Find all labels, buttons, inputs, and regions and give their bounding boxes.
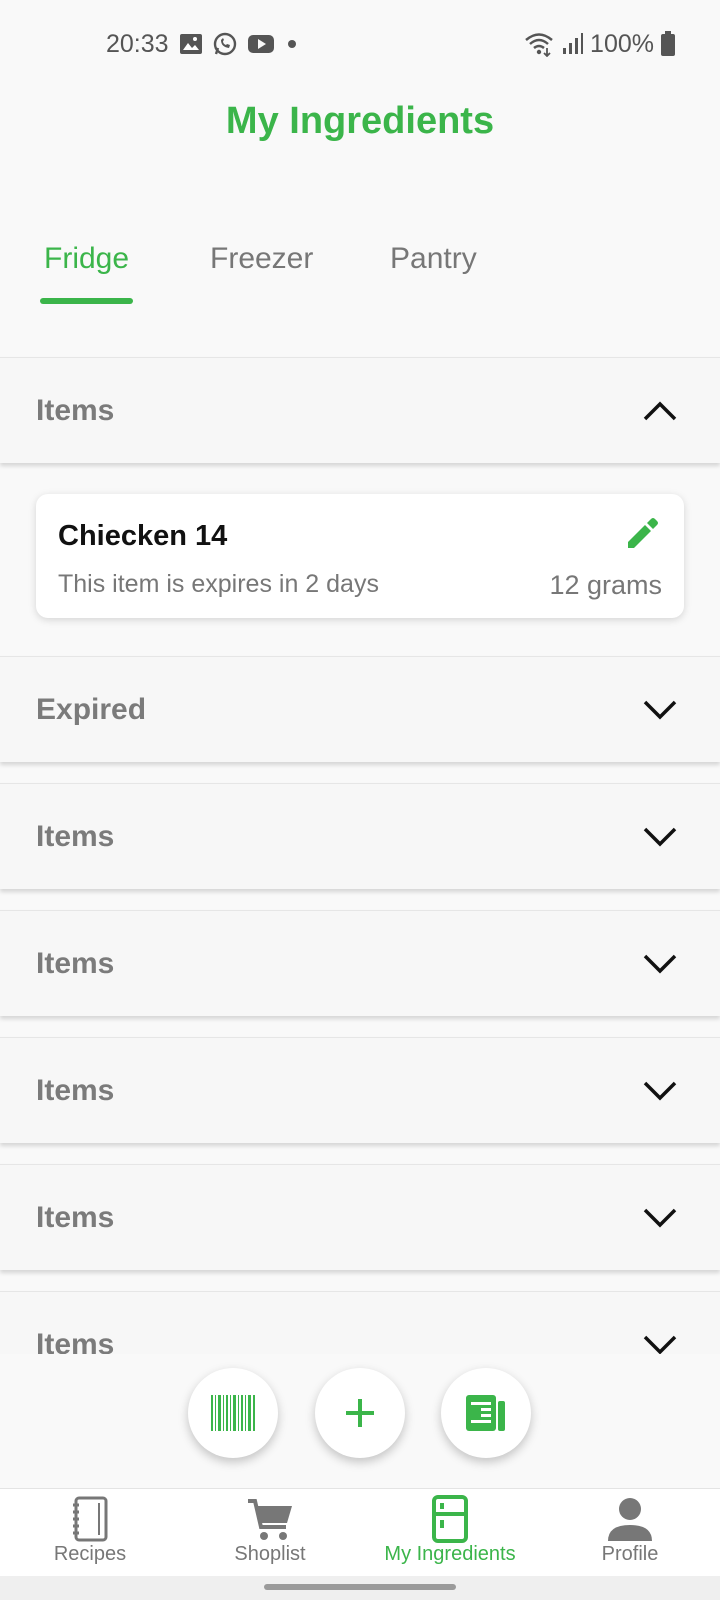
gallery-icon [179,34,202,54]
barcode-scan-button[interactable] [188,1368,278,1458]
nav-shoplist[interactable]: Shoplist [180,1489,360,1577]
section-header-items[interactable]: Items [0,783,720,889]
chevron-down-icon[interactable] [642,826,678,848]
section-label: Items [36,946,115,980]
whatsapp-icon [213,32,236,56]
section-label: Items [36,819,115,853]
section-header-items[interactable]: Items [0,357,720,463]
notebook-icon [73,1496,108,1542]
section-label: Items [36,393,115,427]
add-ingredient-button[interactable] [315,1368,405,1458]
section-header-items[interactable]: Items [0,1291,720,1354]
chevron-up-icon[interactable] [642,400,678,422]
person-icon [608,1498,652,1541]
ingredient-expiry: This item is expires in 2 days [58,570,379,598]
chevron-down-icon[interactable] [642,1080,678,1102]
ingredient-name: Chiecken 14 [58,520,228,552]
nav-recipes[interactable]: Recipes [0,1489,180,1577]
ingredient-card[interactable]: Chiecken 14 This item is expires in 2 da… [36,494,684,618]
nav-label: Recipes [53,1543,127,1565]
add-icon [346,1399,374,1427]
tab-freezer[interactable]: Freezer [210,242,313,276]
signal-icon [563,33,584,54]
section-header-items[interactable]: Items [0,1164,720,1270]
home-indicator[interactable] [264,1584,456,1590]
status-right: 100% [524,30,676,59]
page-title: My Ingredients [225,100,495,142]
youtube-icon [247,35,274,53]
section-label: Items [36,1200,115,1234]
cart-icon [248,1499,292,1540]
storage-tabs: Fridge Freezer Pantry [0,230,720,310]
battery-icon [661,31,675,56]
nav-profile[interactable]: Profile [540,1489,720,1577]
chevron-down-icon[interactable] [642,1334,678,1355]
chevron-down-icon[interactable] [642,953,678,975]
chevron-down-icon[interactable] [642,1207,678,1229]
tab-pantry[interactable]: Pantry [390,242,477,276]
gesture-bar [0,1576,720,1600]
section-label: Items [36,1073,115,1107]
dot-icon [287,40,296,48]
receipt-icon [466,1395,505,1431]
ingredient-quantity: 12 grams [549,570,662,600]
section-label: Expired [36,692,147,726]
scroll-clip: Items [0,1290,720,1354]
nav-label: Shoplist [234,1543,306,1565]
bottom-nav: Recipes Shoplist My Ingredients Profile [0,1488,720,1576]
chevron-down-icon[interactable] [642,699,678,721]
status-time: 20:33 [106,29,169,58]
status-left: 20:33 [106,30,299,59]
section-header-items[interactable]: Items [0,1037,720,1143]
nav-label: My Ingredients [384,1543,516,1565]
wifi-icon [525,33,553,57]
receipt-scan-button[interactable] [441,1368,531,1458]
nav-my-ingredients[interactable]: My Ingredients [360,1489,540,1577]
section-header-expired[interactable]: Expired [0,656,720,762]
nav-label: Profile [601,1543,659,1565]
status-bar: 20:33 100% [0,0,720,88]
tab-fridge[interactable]: Fridge [39,242,134,304]
barcode-scan-icon [211,1395,255,1431]
section-header-items[interactable]: Items [0,910,720,1016]
battery-text: 100% [590,29,654,58]
edit-icon[interactable] [624,516,660,552]
fridge-icon [432,1495,468,1543]
section-label: Items [36,1327,115,1355]
